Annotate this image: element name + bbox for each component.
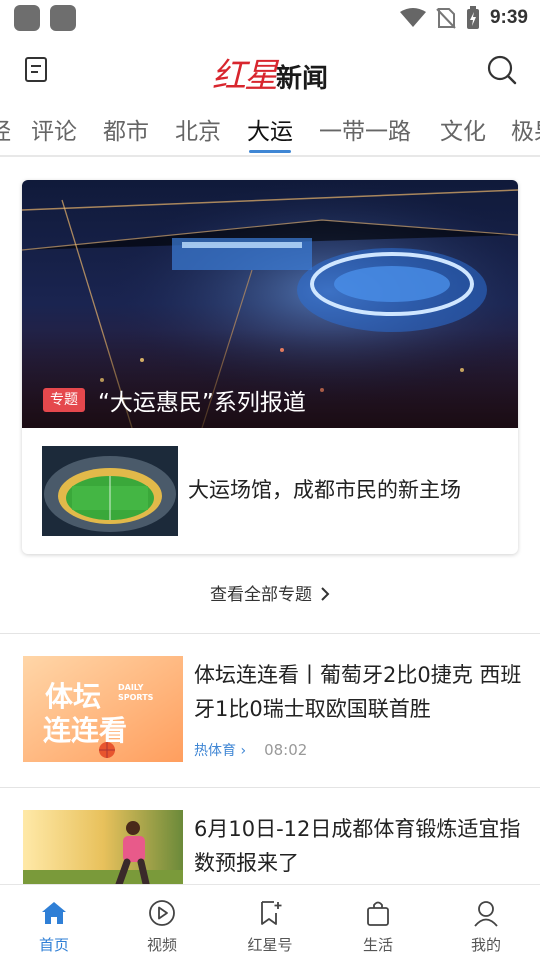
channel-tabs: 经 评论 都市 北京 大运 一带一路 文化 极果 [0,104,540,154]
nav-mine-label: 我的 [470,936,501,954]
svg-text:DAILY: DAILY [118,683,144,692]
tab-comment[interactable]: 评论 [31,112,77,146]
play-icon [149,900,175,926]
article-source[interactable]: 热体育 › [194,743,246,759]
nav-video[interactable]: 视频 [108,885,216,960]
tab-city[interactable]: 都市 [103,112,149,146]
svg-text:SPORTS: SPORTS [118,693,154,702]
sub-item-title: 大运场馆，成都市民的新主场 [188,478,461,502]
article-thumbnail: 体坛 连连看 DAILY SPORTS [23,656,183,762]
nav-redstar[interactable]: 红星号 [216,885,324,960]
article-thumbnail [23,810,183,884]
notification-icon [50,5,76,31]
battery-charging-icon [466,6,479,29]
stadium-image [42,446,178,536]
nav-video-label: 视频 [146,936,177,954]
article-title: 6月10日-12日成都体育锻炼适宜指数预报来了 [194,817,521,875]
chevron-right-icon [320,586,330,607]
runner-image [23,810,183,884]
topic-title: “大运惠民”系列报道 [98,390,306,416]
tab-partial-right[interactable]: 极果 [511,112,540,146]
nav-redstar-label: 红星号 [247,936,293,954]
nav-home[interactable]: 首页 [0,885,108,960]
notification-icon [14,5,40,31]
tab-belt-road[interactable]: 一带一路 [319,112,411,146]
search-icon [487,55,517,85]
home-icon [42,902,66,924]
nav-life[interactable]: 生活 [324,885,432,960]
svg-text:体坛: 体坛 [45,680,101,713]
section-divider [0,633,540,634]
hero-image[interactable]: 专题 “大运惠民”系列报道 [22,180,518,428]
article-divider [0,787,540,788]
nav-life-label: 生活 [362,936,393,954]
search-button[interactable] [486,54,518,86]
article-item[interactable]: 6月10日-12日成都体育锻炼适宜指数预报来了 [0,810,540,884]
no-sim-icon [436,8,456,29]
person-icon [474,901,498,927]
sports-banner-image: 体坛 连连看 DAILY SPORTS [23,656,183,762]
nav-home-label: 首页 [38,936,69,954]
special-topic-card[interactable]: 专题 “大运惠民”系列报道 大运场馆，成都市民的新主场 [22,180,518,554]
tabs-divider [0,155,540,157]
tab-culture[interactable]: 文化 [440,112,486,146]
tab-beijing[interactable]: 北京 [175,112,221,146]
status-bar: 9:39 [0,0,540,36]
bookmark-star-icon [261,901,282,925]
article-item[interactable]: 体坛 连连看 DAILY SPORTS 体坛连连看丨葡萄牙2比0捷克 西班牙1比… [0,656,540,776]
article-meta: 热体育 › 08:02 [194,740,307,760]
shopping-bag-icon [367,901,389,926]
wifi-icon [399,8,426,27]
bottom-navigation: 首页 视频 红星号 生活 我的 [0,884,540,960]
tab-universiade[interactable]: 大运 [247,112,293,146]
status-time: 9:39 [489,7,528,28]
app-logo: 红星新闻 [211,56,328,96]
article-time: 08:02 [264,741,308,759]
topic-sub-item[interactable]: 大运场馆，成都市民的新主场 [22,428,518,554]
view-all-topics-link[interactable]: 查看全部专题 [0,580,540,608]
app-header: 红星新闻 [0,40,540,100]
tab-partial-left[interactable]: 经 [0,112,11,146]
topic-badge: 专题 [43,388,85,412]
active-tab-indicator [249,150,291,153]
status-indicators: 9:39 [399,6,528,30]
nav-mine[interactable]: 我的 [432,885,540,960]
svg-text:连连看: 连连看 [43,714,127,747]
sub-item-thumbnail [42,446,178,536]
article-title: 体坛连连看丨葡萄牙2比0捷克 西班牙1比0瑞士取欧国联首胜 [194,663,522,721]
